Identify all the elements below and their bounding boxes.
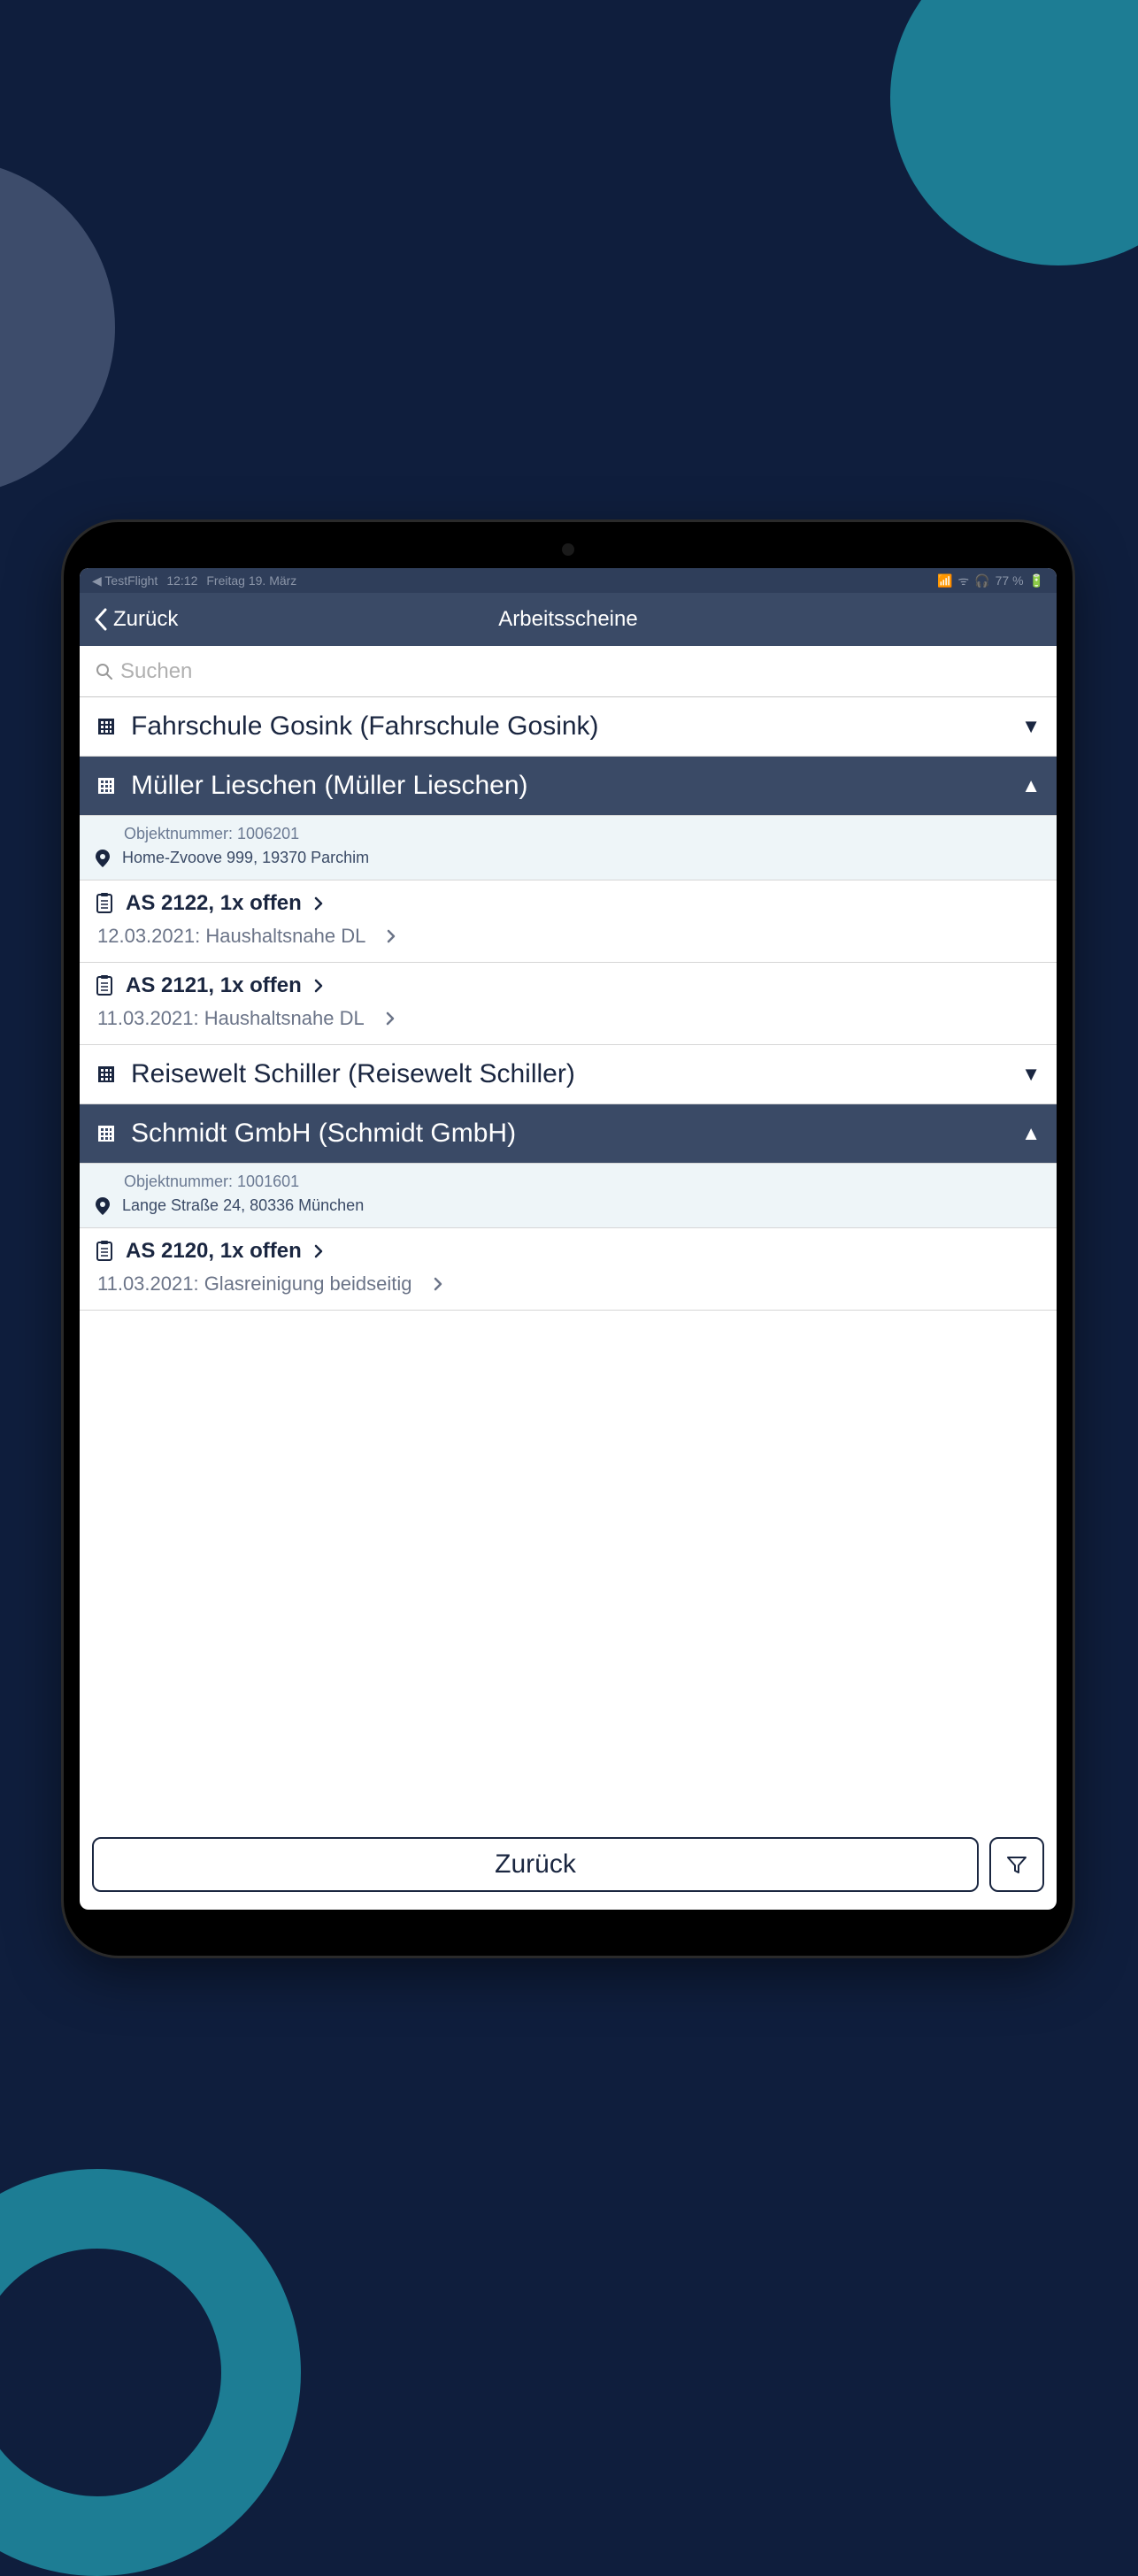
decorative-circle <box>0 2169 301 2576</box>
back-app-name: TestFlight <box>104 573 158 588</box>
group-title: Schmidt GmbH (Schmidt GmbH) <box>131 1119 1007 1149</box>
work-order-detail-row[interactable]: 12.03.2021: Haushaltsnahe DL <box>97 925 1041 948</box>
chevron-right-icon <box>314 896 323 911</box>
search-bar <box>80 646 1057 697</box>
work-order-header: AS 2120, 1x offen <box>96 1239 1041 1264</box>
battery-text: 77 % <box>996 573 1024 588</box>
object-details: Objektnummer: 1006201 Home-Zvoove 999, 1… <box>80 816 1057 880</box>
group-header-reisewelt-schiller[interactable]: Reisewelt Schiller (Reisewelt Schiller) … <box>80 1045 1057 1104</box>
clipboard-icon <box>96 1241 113 1262</box>
building-icon <box>96 775 117 796</box>
group-title: Reisewelt Schiller (Reisewelt Schiller) <box>131 1059 1007 1089</box>
work-order-detail: 12.03.2021: Haushaltsnahe DL <box>97 925 365 948</box>
group-title: Fahrschule Gosink (Fahrschule Gosink) <box>131 711 1007 742</box>
work-order-title: AS 2120, 1x offen <box>126 1239 302 1264</box>
chevron-right-icon <box>314 1244 323 1258</box>
back-app-indicator: ◀ TestFlight <box>92 573 158 588</box>
headphones-icon: 🎧 <box>974 573 989 588</box>
work-order-title: AS 2122, 1x offen <box>126 891 302 916</box>
work-order-header: AS 2121, 1x offen <box>96 973 1041 998</box>
chevron-right-icon <box>386 1011 395 1026</box>
filter-button[interactable] <box>989 1837 1044 1892</box>
group-header-fahrschule-gosink[interactable]: Fahrschule Gosink (Fahrschule Gosink) ▼ <box>80 697 1057 757</box>
group-title: Müller Lieschen (Müller Lieschen) <box>131 771 1007 801</box>
chevron-right-icon <box>434 1277 442 1291</box>
clipboard-icon <box>96 975 113 996</box>
status-left: ◀ TestFlight 12:12 Freitag 19. März <box>92 573 296 588</box>
object-number: Objektnummer: 1001601 <box>124 1173 1041 1191</box>
work-order-header: AS 2122, 1x offen <box>96 891 1041 916</box>
page-title: Arbeitsscheine <box>498 607 637 632</box>
building-icon <box>96 1123 117 1144</box>
status-bar: ◀ TestFlight 12:12 Freitag 19. März 📶 ᯤ … <box>80 568 1057 593</box>
object-address-text: Lange Straße 24, 80336 München <box>122 1196 364 1215</box>
content-list[interactable]: Fahrschule Gosink (Fahrschule Gosink) ▼ … <box>80 697 1057 1825</box>
back-button-label: Zurück <box>495 1849 576 1880</box>
pin-icon <box>96 850 110 867</box>
status-right: 📶 ᯤ 🎧 77 % 🔋 <box>937 573 1044 589</box>
collapse-down-icon: ▼ <box>1021 715 1041 738</box>
nav-bar: Zurück Arbeitsscheine <box>80 593 1057 646</box>
building-icon <box>96 1064 117 1085</box>
chevron-left-icon <box>94 608 108 631</box>
work-order-item[interactable]: AS 2122, 1x offen 12.03.2021: Haushaltsn… <box>80 880 1057 963</box>
work-order-detail: 11.03.2021: Glasreinigung beidseitig <box>97 1273 412 1296</box>
nav-back-label: Zurück <box>113 607 178 632</box>
decorative-circle <box>0 159 115 496</box>
work-order-detail: 11.03.2021: Haushaltsnahe DL <box>97 1007 365 1030</box>
status-time: 12:12 <box>166 573 197 588</box>
collapse-up-icon: ▲ <box>1021 774 1041 797</box>
group-header-schmidt-gmbh[interactable]: Schmidt GmbH (Schmidt GmbH) ▲ <box>80 1104 1057 1164</box>
decorative-circle <box>890 0 1138 265</box>
collapse-up-icon: ▲ <box>1021 1122 1041 1145</box>
battery-icon: 🔋 <box>1029 573 1044 588</box>
bottom-bar: Zurück <box>80 1825 1057 1910</box>
object-address-row: Home-Zvoove 999, 19370 Parchim <box>96 849 1041 867</box>
search-input[interactable] <box>120 659 1041 684</box>
filter-icon <box>1005 1853 1028 1876</box>
pin-icon <box>96 1197 110 1215</box>
tablet-frame: ◀ TestFlight 12:12 Freitag 19. März 📶 ᯤ … <box>64 522 1073 1956</box>
group-header-mueller-lieschen[interactable]: Müller Lieschen (Müller Lieschen) ▲ <box>80 757 1057 816</box>
clipboard-icon <box>96 893 113 914</box>
work-order-item[interactable]: AS 2120, 1x offen 11.03.2021: Glasreinig… <box>80 1228 1057 1311</box>
object-address-row: Lange Straße 24, 80336 München <box>96 1196 1041 1215</box>
wifi-icon: ᯤ <box>957 573 969 589</box>
work-order-title: AS 2121, 1x offen <box>126 973 302 998</box>
nav-back-button[interactable]: Zurück <box>94 607 178 632</box>
chevron-right-icon <box>314 979 323 993</box>
object-details: Objektnummer: 1001601 Lange Straße 24, 8… <box>80 1164 1057 1228</box>
screen: ◀ TestFlight 12:12 Freitag 19. März 📶 ᯤ … <box>80 568 1057 1910</box>
collapse-down-icon: ▼ <box>1021 1063 1041 1086</box>
work-order-detail-row[interactable]: 11.03.2021: Glasreinigung beidseitig <box>97 1273 1041 1296</box>
building-icon <box>96 716 117 737</box>
object-number: Objektnummer: 1006201 <box>124 825 1041 843</box>
object-address-text: Home-Zvoove 999, 19370 Parchim <box>122 849 369 867</box>
search-icon <box>96 663 113 681</box>
work-order-item[interactable]: AS 2121, 1x offen 11.03.2021: Haushaltsn… <box>80 963 1057 1045</box>
back-button[interactable]: Zurück <box>92 1837 979 1892</box>
chevron-right-icon <box>387 929 396 943</box>
signal-icon: 📶 <box>937 573 952 588</box>
work-order-detail-row[interactable]: 11.03.2021: Haushaltsnahe DL <box>97 1007 1041 1030</box>
status-date: Freitag 19. März <box>206 573 296 588</box>
